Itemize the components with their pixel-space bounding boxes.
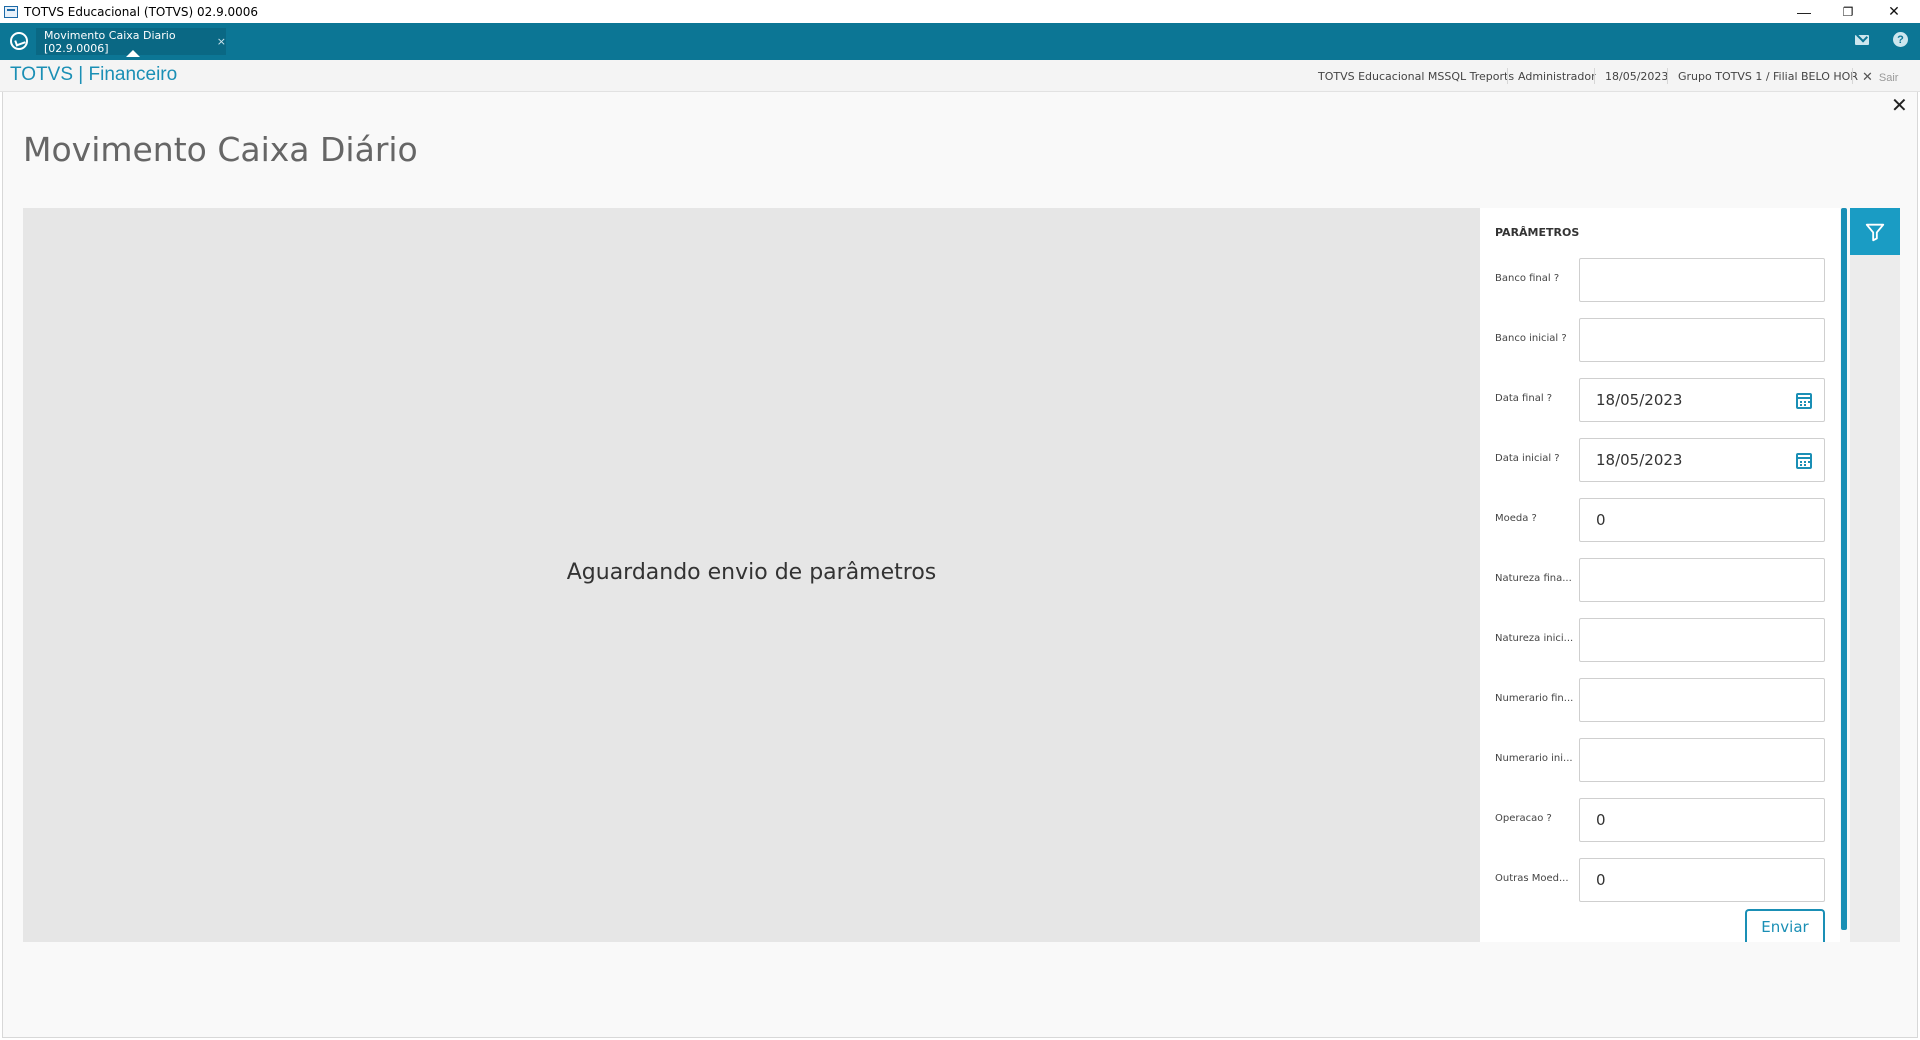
- data-final-label: Data final ?: [1495, 393, 1553, 404]
- natureza-final-label: Natureza fina...: [1495, 573, 1572, 584]
- data-final-input[interactable]: 18/05/2023: [1579, 378, 1825, 422]
- page-title: Movimento Caixa Diário: [23, 130, 418, 169]
- natureza-inicial-input[interactable]: [1579, 618, 1825, 662]
- data-inicial-value: 18/05/2023: [1596, 451, 1683, 469]
- active-tab-indicator: [126, 50, 140, 57]
- moeda-label: Moeda ?: [1495, 513, 1537, 524]
- banco-inicial-label: Banco inicial ?: [1495, 333, 1567, 344]
- home-icon[interactable]: [10, 32, 28, 50]
- mail-icon[interactable]: [1855, 35, 1869, 45]
- brand-title: TOTVS | Financeiro: [10, 64, 178, 85]
- waiting-message: Aguardando envio de parâmetros: [566, 560, 937, 585]
- header-divider: [1507, 68, 1508, 84]
- window-title: TOTVS Educacional (TOTVS) 02.9.0006: [24, 4, 259, 19]
- filter-icon: [1865, 223, 1885, 241]
- outras-moedas-label: Outras Moed...: [1495, 873, 1569, 884]
- restore-button[interactable]: ❐: [1826, 0, 1870, 23]
- header-user[interactable]: Administrador: [1518, 70, 1596, 83]
- help-icon[interactable]: ?: [1893, 32, 1908, 47]
- banco-final-label: Banco final ?: [1495, 273, 1560, 284]
- calendar-icon[interactable]: [1796, 453, 1812, 469]
- banco-final-input[interactable]: [1579, 258, 1825, 302]
- numerario-final-input[interactable]: [1579, 678, 1825, 722]
- app-header: TOTVS | Financeiro TOTVS Educacional MSS…: [0, 60, 1920, 92]
- operacao-input[interactable]: 0: [1579, 798, 1825, 842]
- parameters-title: PARÂMETROS: [1495, 226, 1580, 239]
- numerario-final-label: Numerario fin...: [1495, 693, 1574, 704]
- window-close-button[interactable]: ✕: [1872, 0, 1916, 23]
- enviar-button[interactable]: Enviar: [1745, 909, 1825, 942]
- header-context[interactable]: Grupo TOTVS 1 / Filial BELO HOR: [1678, 70, 1858, 83]
- header-divider: [1594, 68, 1595, 84]
- data-inicial-input[interactable]: 18/05/2023: [1579, 438, 1825, 482]
- numerario-inicial-input[interactable]: [1579, 738, 1825, 782]
- data-inicial-label: Data inicial ?: [1495, 453, 1560, 464]
- moeda-input[interactable]: 0: [1579, 498, 1825, 542]
- exit-button[interactable]: ✕ Sair: [1862, 69, 1898, 85]
- header-database[interactable]: TOTVS Educacional MSSQL Treports: [1318, 70, 1514, 83]
- tab-bar: Movimento Caixa Diario [02.9.0006] ×: [0, 23, 1920, 60]
- header-divider: [1667, 68, 1668, 84]
- page-close-button[interactable]: ✕: [1891, 93, 1908, 118]
- close-icon: ✕: [1862, 69, 1873, 84]
- window-titlebar: TOTVS Educacional (TOTVS) 02.9.0006: [0, 0, 1920, 23]
- minimize-button[interactable]: —: [1782, 0, 1826, 23]
- header-divider: [1852, 68, 1853, 84]
- parameters-scrollbar[interactable]: [1841, 208, 1847, 930]
- banco-inicial-input[interactable]: [1579, 318, 1825, 362]
- numerario-inicial-label: Numerario ini...: [1495, 753, 1573, 764]
- parameters-panel: PARÂMETROS Banco final ? Banco inicial ?…: [1480, 208, 1840, 942]
- tab-close-icon[interactable]: ×: [217, 35, 226, 48]
- exit-label: Sair: [1878, 72, 1899, 84]
- header-date[interactable]: 18/05/2023: [1605, 70, 1668, 83]
- side-toolbar: [1850, 208, 1900, 942]
- natureza-final-input[interactable]: [1579, 558, 1825, 602]
- report-preview-area: Aguardando envio de parâmetros: [23, 208, 1480, 942]
- outras-moedas-input[interactable]: 0: [1579, 858, 1825, 902]
- filter-button[interactable]: [1850, 208, 1900, 255]
- data-final-value: 18/05/2023: [1596, 391, 1683, 409]
- app-icon: [4, 5, 18, 18]
- calendar-icon[interactable]: [1796, 393, 1812, 409]
- operacao-label: Operacao ?: [1495, 813, 1552, 824]
- natureza-inicial-label: Natureza inici...: [1495, 633, 1574, 644]
